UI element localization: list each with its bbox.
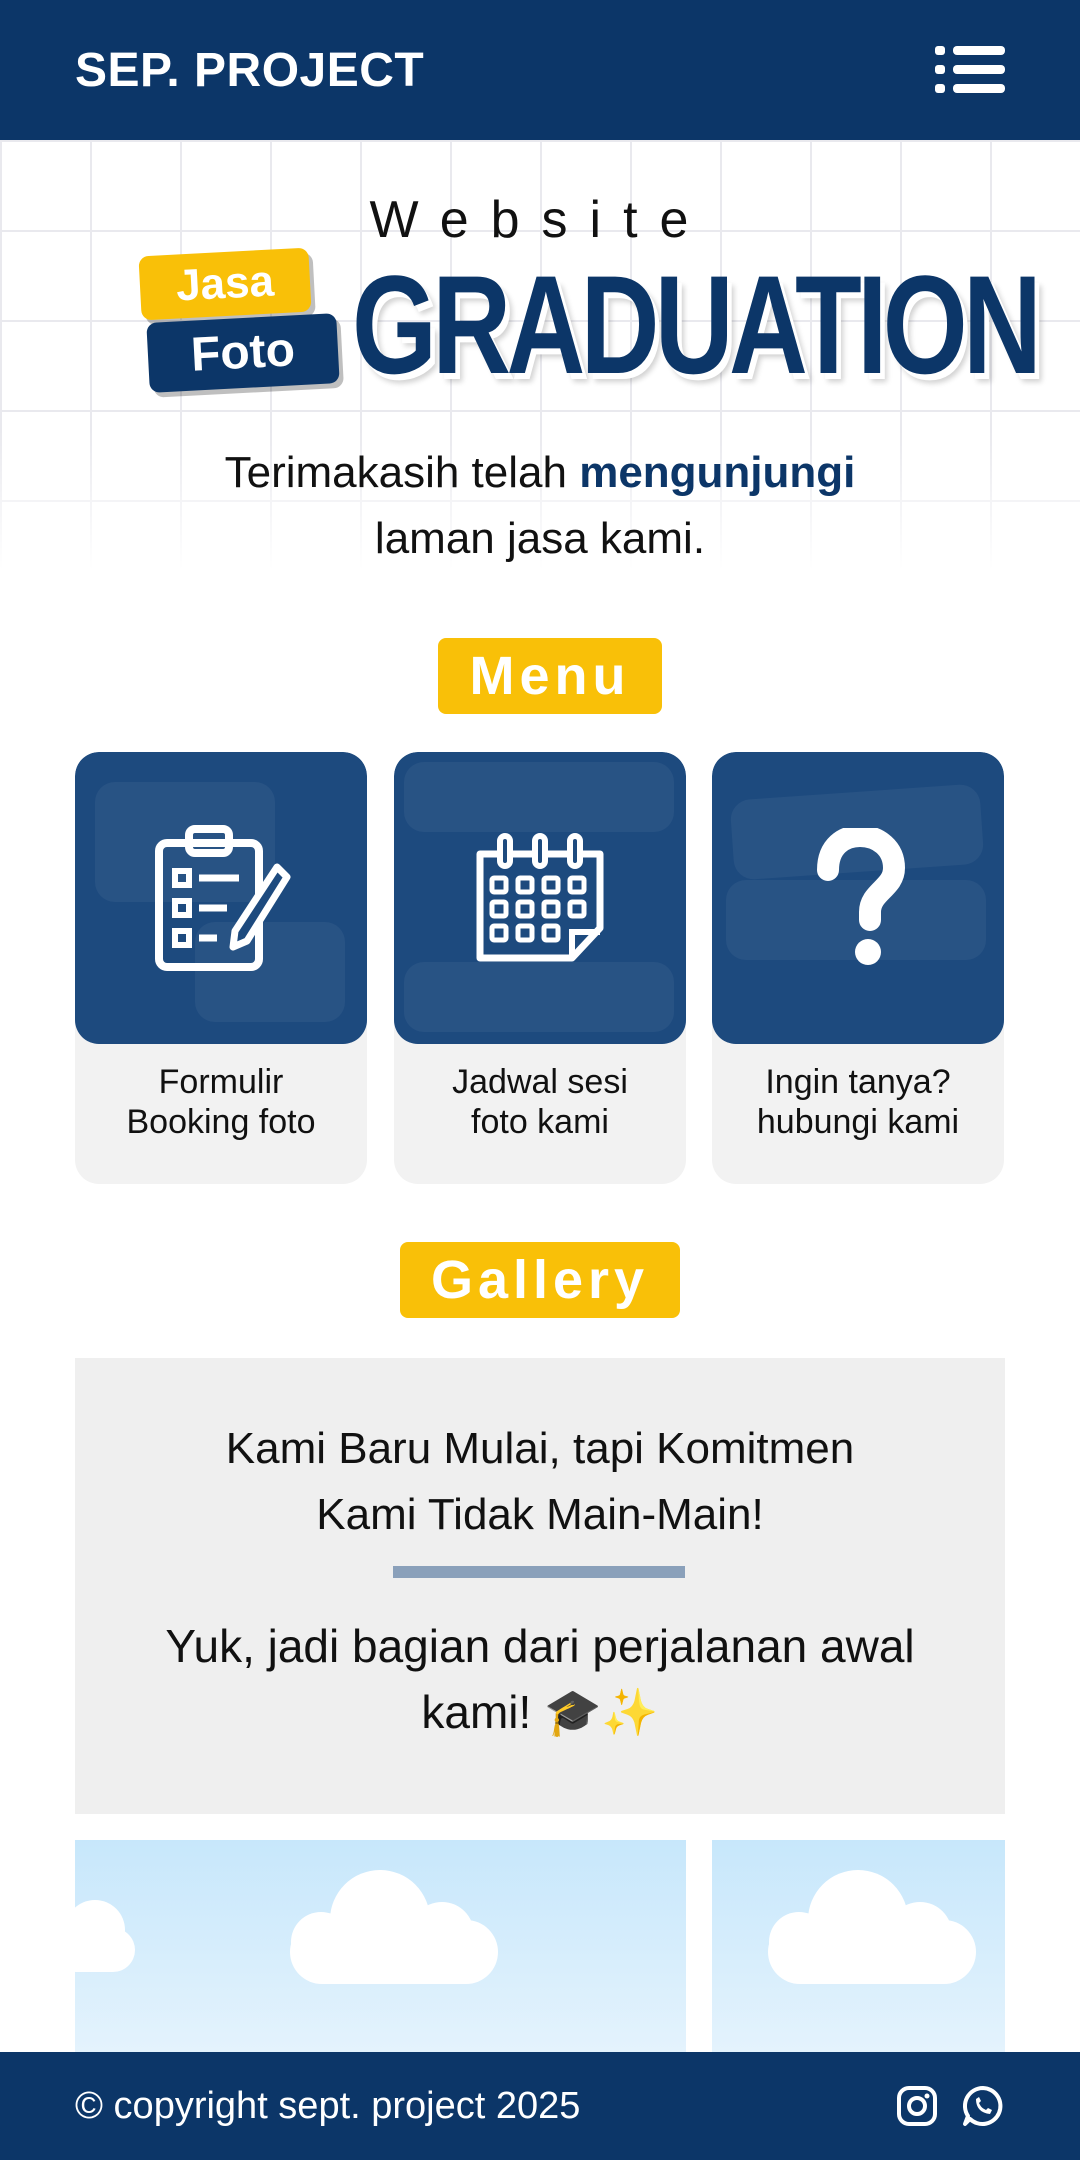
thanks-highlight: mengunjungi	[579, 448, 856, 497]
menu-card-schedule[interactable]: Jadwal sesi foto kami	[394, 752, 686, 1184]
hamburger-menu-icon[interactable]	[935, 44, 1005, 96]
calendar-icon	[476, 833, 604, 962]
card-label-line2: foto kami	[471, 1103, 609, 1141]
card-image-schedule	[394, 752, 686, 1044]
gallery-message-box: Kami Baru Mulai, tapi Komitmen Kami Tida…	[75, 1358, 1005, 1814]
copyright-text: © copyright sept. project 2025	[75, 2084, 581, 2127]
gallery-title-line2: Kami Tidak Main-Main!	[316, 1490, 764, 1539]
card-image-booking	[75, 752, 367, 1044]
card-label-line1: Jadwal sesi	[452, 1063, 628, 1101]
hero-section: Website Jasa Foto GRADUATION Terimakasih…	[0, 140, 1080, 570]
gallery-title: Kami Baru Mulai, tapi Komitmen Kami Tida…	[75, 1416, 1005, 1548]
card-image-contact	[712, 752, 1004, 1044]
thanks-prefix: Terimakasih telah	[224, 448, 567, 497]
menu-section-label: Menu	[438, 638, 662, 714]
card-label-booking: Formulir Booking foto	[75, 1062, 367, 1142]
instagram-icon[interactable]	[895, 2084, 939, 2128]
clipboard-form-icon	[155, 825, 291, 971]
hero-thanks-text: Terimakasih telah mengunjungi laman jasa…	[0, 440, 1080, 572]
tag-foto: Foto	[146, 313, 340, 393]
whatsapp-icon[interactable]	[961, 2084, 1005, 2128]
menu-card-contact[interactable]: Ingin tanya? hubungi kami	[712, 752, 1004, 1184]
gallery-sub-line2: kami! 🎓✨	[421, 1686, 659, 1738]
gallery-title-line1: Kami Baru Mulai, tapi Komitmen	[225, 1424, 855, 1473]
social-links	[895, 2084, 1005, 2128]
card-label-line2: hubungi kami	[756, 1103, 960, 1141]
gallery-photo[interactable]	[75, 1840, 686, 2052]
tag-jasa: Jasa	[138, 247, 312, 321]
hero-website-word: Website	[369, 191, 711, 249]
card-label-line2: Booking foto	[126, 1103, 316, 1141]
top-navbar: SEP. PROJECT	[0, 0, 1080, 140]
card-label-line1: Formulir	[158, 1063, 284, 1101]
gallery-sub-line1: Yuk, jadi bagian dari perjalanan awal	[165, 1620, 915, 1672]
gallery-photo[interactable]	[712, 1840, 1005, 2052]
card-label-schedule: Jadwal sesi foto kami	[394, 1062, 686, 1142]
gallery-divider	[393, 1566, 685, 1578]
hero-headline: GRADUATION	[352, 246, 1042, 403]
thanks-suffix: laman jasa kami.	[374, 514, 706, 563]
brand-logo-text[interactable]: SEP. PROJECT	[75, 43, 424, 98]
footer: © copyright sept. project 2025	[0, 2052, 1080, 2160]
gallery-subtitle: Yuk, jadi bagian dari perjalanan awal ka…	[75, 1613, 1005, 1745]
gallery-section-label: Gallery	[400, 1242, 680, 1318]
card-label-contact: Ingin tanya? hubungi kami	[712, 1062, 1004, 1142]
question-mark-icon	[817, 828, 906, 965]
menu-card-booking-form[interactable]: Formulir Booking foto	[75, 752, 367, 1184]
card-label-line1: Ingin tanya?	[765, 1063, 951, 1101]
